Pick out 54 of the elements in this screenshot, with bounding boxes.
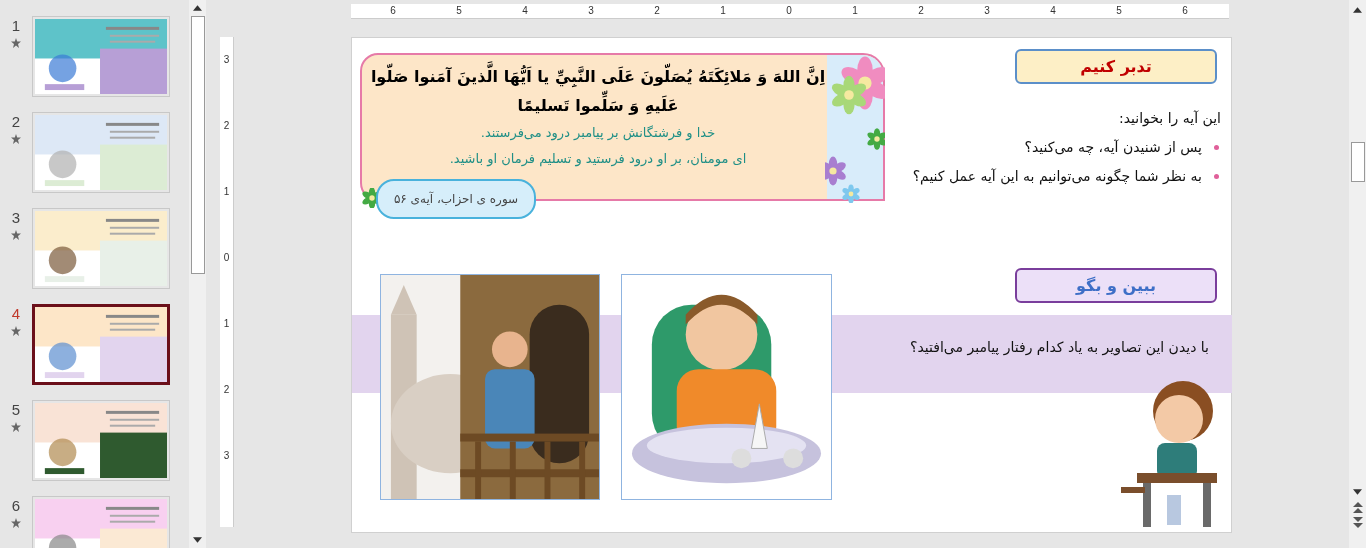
next-slide-icon[interactable] [1352, 516, 1363, 528]
scroll-up-icon[interactable] [1353, 7, 1362, 13]
ruler-number: 3 [223, 54, 230, 67]
bullet-text: به نظر شما چگونه می‌توانیم به این آیه عمل کنیم؟ [912, 167, 1202, 187]
ruler-number: 1 [851, 5, 859, 17]
star-icon [11, 422, 21, 432]
bullet-icon [1214, 145, 1219, 150]
source-badge: سوره ی احزاب، آیه‌ی ۵۶ [376, 179, 536, 219]
ruler-number: 1 [223, 186, 230, 199]
scroll-thumb[interactable] [190, 16, 205, 274]
section-title: تدبر کنیم [1015, 49, 1217, 84]
slide-number: 1 [11, 18, 21, 33]
scroll-down-icon[interactable] [193, 537, 202, 543]
question-text: با دیدن این تصاویر به یاد کدام رفتار پیامبر می‌افتید؟ [910, 338, 1209, 358]
verse-text: اِنَّ اللهَ وَ مَلائِكَتَهُ يُصَلّونَ عَلَى النَّبِيِّ يا اَيُّهَا الَّذينَ آمَنوا صَلّوا عَلَيهِ وَ سَلِّموا تَسليمًا [368, 62, 828, 120]
bullet-icon [1214, 174, 1219, 179]
star-icon [11, 38, 21, 48]
scroll-up-icon[interactable] [193, 5, 202, 11]
scroll-thumb[interactable] [1350, 142, 1365, 182]
slide-number: 6 [11, 498, 21, 513]
ruler-number: 2 [223, 384, 230, 397]
star-icon [11, 518, 21, 528]
scrollbar[interactable] [189, 0, 206, 548]
ruler-number: 6 [389, 5, 397, 17]
slide-number: 3 [11, 210, 21, 225]
star-icon [11, 230, 21, 240]
ruler-number: 2 [223, 120, 230, 133]
star-icon [11, 326, 21, 336]
ruler-number: 4 [521, 5, 529, 17]
ruler-number: 0 [223, 252, 230, 265]
translation-text: ای مومنان، بر او درود فرستید و تسلیم فرمان او باشید. [449, 150, 747, 169]
slide-number: 2 [11, 114, 21, 129]
star-icon [11, 134, 21, 144]
slide-number: 4 [11, 306, 21, 321]
ruler-number: 2 [917, 5, 925, 17]
previous-slide-icon[interactable] [1352, 502, 1363, 514]
ruler-number: 6 [1181, 5, 1189, 17]
ruler-number: 5 [1115, 5, 1123, 17]
ruler-number: 3 [983, 5, 991, 17]
ruler-number: 2 [653, 5, 661, 17]
ruler-number: 3 [587, 5, 595, 17]
scroll-down-icon[interactable] [1353, 489, 1362, 495]
ruler-number: 5 [455, 5, 463, 17]
translation-text: خدا و فرشتگانش بر پیامبر درود می‌فرستند. [480, 124, 716, 143]
ruler-number: 0 [785, 5, 793, 17]
slide-number: 5 [11, 402, 21, 417]
intro-text: این آیه را بخوانید: [1118, 109, 1221, 129]
ruler-number: 3 [223, 450, 230, 463]
ruler-number: 1 [719, 5, 727, 17]
bullet-text: پس از شنیدن آیه، چه می‌کنید؟ [1024, 138, 1202, 158]
ruler-number: 1 [223, 318, 230, 331]
scrollbar[interactable] [1349, 0, 1366, 548]
ruler-number: 4 [1049, 5, 1057, 17]
section-title: ببین و بگو [1015, 268, 1217, 303]
